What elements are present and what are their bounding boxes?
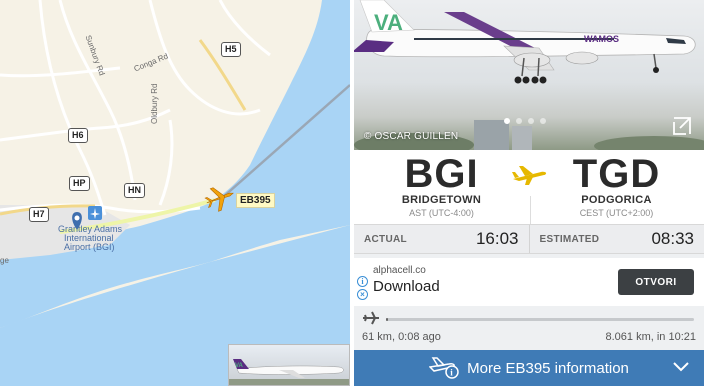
ad-domain: alphacell.co bbox=[373, 265, 426, 276]
destination-timezone: CEST (UTC+2:00) bbox=[579, 208, 654, 218]
aircraft-thumbnail[interactable]: VA bbox=[228, 344, 350, 386]
route-header: BGI BRIDGETOWN AST (UTC-4:00) TGD PODGOR… bbox=[354, 150, 704, 224]
progress-remaining: 8.061 km, in 10:21 bbox=[605, 331, 696, 343]
airport-icon bbox=[88, 206, 102, 220]
ad-open-button[interactable]: OTVORI bbox=[618, 269, 694, 295]
fuselage-text: WAMOS bbox=[584, 34, 619, 44]
estimated-value: 08:33 bbox=[651, 229, 694, 248]
chevron-down-icon[interactable] bbox=[672, 361, 690, 373]
pagination-dot[interactable] bbox=[540, 118, 546, 124]
flight-tag[interactable]: EB395 bbox=[236, 193, 275, 208]
progress-fill bbox=[386, 318, 389, 321]
more-info-label: More EB395 information bbox=[467, 359, 629, 377]
ad-info-icon[interactable]: i bbox=[357, 276, 368, 287]
flight-progress: 61 km, 0:08 ago 8.061 km, in 10:21 bbox=[354, 306, 704, 348]
flight-map[interactable]: H5 H6 HP HN H7 Sunbury Rd Conga Rd Oldbu… bbox=[0, 0, 350, 386]
origin-timezone: AST (UTC-4:00) bbox=[409, 208, 474, 218]
ad-title: Download bbox=[373, 278, 440, 295]
destination-code: TGD bbox=[572, 152, 661, 196]
progress-elapsed: 61 km, 0:08 ago bbox=[362, 331, 441, 343]
road-badge-hn: HN bbox=[124, 183, 145, 198]
flight-info-panel: WAMOS VA © OSCAR GUILLEN BGI BRIDGETOWN … bbox=[354, 0, 704, 386]
times-row: ACTUAL 16:03 ESTIMATED 08:33 bbox=[354, 224, 704, 254]
origin-code: BGI bbox=[404, 152, 479, 196]
pagination-dot[interactable] bbox=[504, 118, 510, 124]
estimated-time-cell: ESTIMATED 08:33 bbox=[528, 225, 704, 253]
aircraft-photo-image: WAMOS VA bbox=[354, 0, 704, 150]
road-badge-h6: H6 bbox=[68, 128, 88, 143]
destination-city: PODGORICA bbox=[581, 194, 652, 206]
estimated-label: ESTIMATED bbox=[539, 233, 600, 245]
pagination-dot[interactable] bbox=[516, 118, 522, 124]
pagination-dot[interactable] bbox=[528, 118, 534, 124]
road-badge-h7: H7 bbox=[29, 207, 49, 222]
map-base bbox=[0, 0, 350, 386]
road-badge-hp: HP bbox=[69, 176, 90, 191]
road-badge-h5: H5 bbox=[221, 42, 241, 57]
aircraft-photo[interactable]: WAMOS VA © OSCAR GUILLEN bbox=[354, 0, 704, 150]
route-plane-badge bbox=[509, 154, 551, 196]
thumb-logo: VA bbox=[235, 363, 244, 369]
street-label-oldbury: Oldbury Rd bbox=[150, 83, 159, 124]
ad-close-icon[interactable]: × bbox=[357, 289, 368, 300]
photo-credit: © OSCAR GUILLEN bbox=[364, 131, 459, 142]
actual-label: ACTUAL bbox=[364, 233, 407, 245]
photo-pagination[interactable] bbox=[504, 118, 546, 124]
origin-city: BRIDGETOWN bbox=[401, 194, 482, 206]
more-info-button[interactable]: i More EB395 information bbox=[354, 350, 704, 386]
progress-track bbox=[386, 318, 694, 321]
thumbnail-plane-icon: VA bbox=[229, 359, 349, 385]
origin-airport[interactable]: BGI BRIDGETOWN AST (UTC-4:00) bbox=[354, 150, 529, 224]
route-separator bbox=[530, 196, 531, 224]
tail-logo: VA bbox=[374, 10, 403, 35]
progress-plane-icon bbox=[363, 311, 379, 325]
ad-banner[interactable]: i × alphacell.co Download OTVORI bbox=[354, 258, 704, 306]
expand-icon[interactable] bbox=[672, 116, 692, 136]
actual-time-cell: ACTUAL 16:03 bbox=[354, 225, 529, 253]
info-plane-icon: i bbox=[429, 357, 459, 379]
app-root: H5 H6 HP HN H7 Sunbury Rd Conga Rd Oldbu… bbox=[0, 0, 704, 386]
map-edge-label: ge bbox=[0, 256, 9, 265]
actual-value: 16:03 bbox=[475, 229, 519, 248]
route-plane-icon bbox=[512, 166, 547, 185]
airport-label-line3: Airport (BGI) bbox=[64, 242, 115, 252]
destination-airport[interactable]: TGD PODGORICA CEST (UTC+2:00) bbox=[529, 150, 704, 224]
